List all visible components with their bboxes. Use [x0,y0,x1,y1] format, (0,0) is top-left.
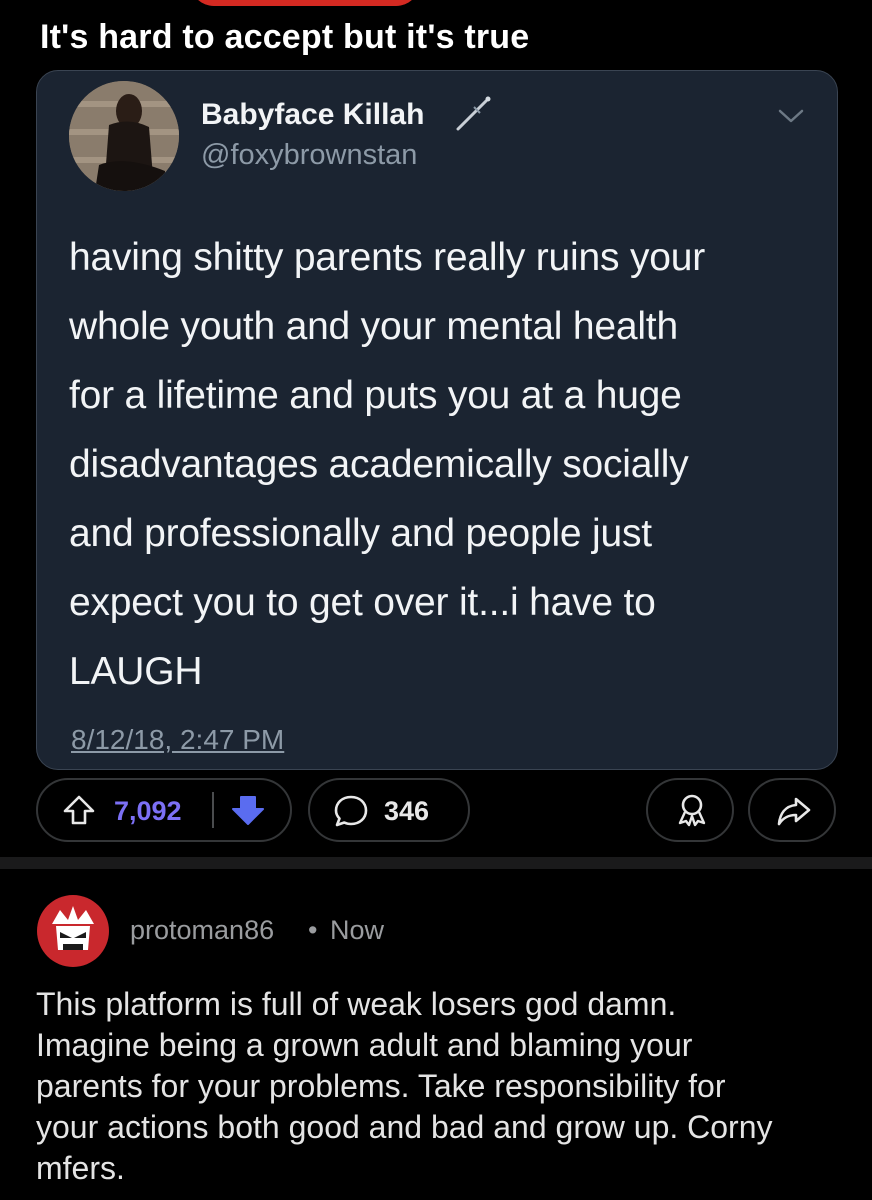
dagger-icon [456,96,491,131]
vote-count: 7,092 [114,796,182,826]
comment-author[interactable]: protoman86 [130,915,274,946]
award-icon [678,794,706,827]
comment-body-line: parents for your problems. Take responsi… [36,1068,726,1104]
chevron-down-icon[interactable] [777,107,805,125]
post-title: It's hard to accept but it's true [40,18,530,56]
comment-count: 346 [384,796,430,826]
tweet-display-name: Babyface Killah [201,98,425,131]
comment-body-line: your actions both good and bad and grow … [36,1109,773,1145]
comment-avatar[interactable] [36,894,110,968]
section-separator [0,857,872,869]
share-arrow-icon [777,797,811,826]
vote-bar: 7,092 [36,778,292,842]
tweet-text-line: LAUGH [69,650,203,693]
comments-button[interactable]: 346 [308,778,470,842]
tweet-text-line: having shitty parents really ruins your [69,236,706,279]
tweet-text-line: and professionally and people just [69,512,652,555]
tweet-text-line: for a lifetime and puts you at a huge [69,374,682,417]
award-button[interactable] [646,778,734,842]
post-detail-view: It's hard to accept but it's true Babyfa… [0,0,872,1200]
comment-timestamp: Now [330,915,385,945]
tweet-avatar [69,81,179,191]
comment-bubble-icon [334,795,368,827]
tweet-screenshot-card: Babyface Killah @foxybrownstan having sh… [36,70,838,770]
tweet-handle: @foxybrownstan [201,139,418,171]
tweet-text: having shitty parents really ruins your … [69,223,809,706]
comment-body-line: mfers. [36,1150,125,1186]
top-red-accent [190,0,420,6]
upvote-icon[interactable] [62,793,96,827]
comment-body-line: This platform is full of weak losers god… [36,986,677,1022]
tweet-text-line: expect you to get over it...i have to [69,581,656,624]
vote-divider [212,792,214,828]
meta-separator: • [308,915,318,945]
tweet-date: 8/12/18, 2:47 PM [71,724,285,755]
comment-body: This platform is full of weak losers god… [36,984,856,1189]
share-button[interactable] [748,778,836,842]
tweet-text-line: whole youth and your mental health [69,305,678,348]
downvote-icon[interactable] [230,792,266,828]
comment-body-line: Imagine being a grown adult and blaming … [36,1027,693,1063]
tweet-text-line: disadvantages academically socially [69,443,689,486]
